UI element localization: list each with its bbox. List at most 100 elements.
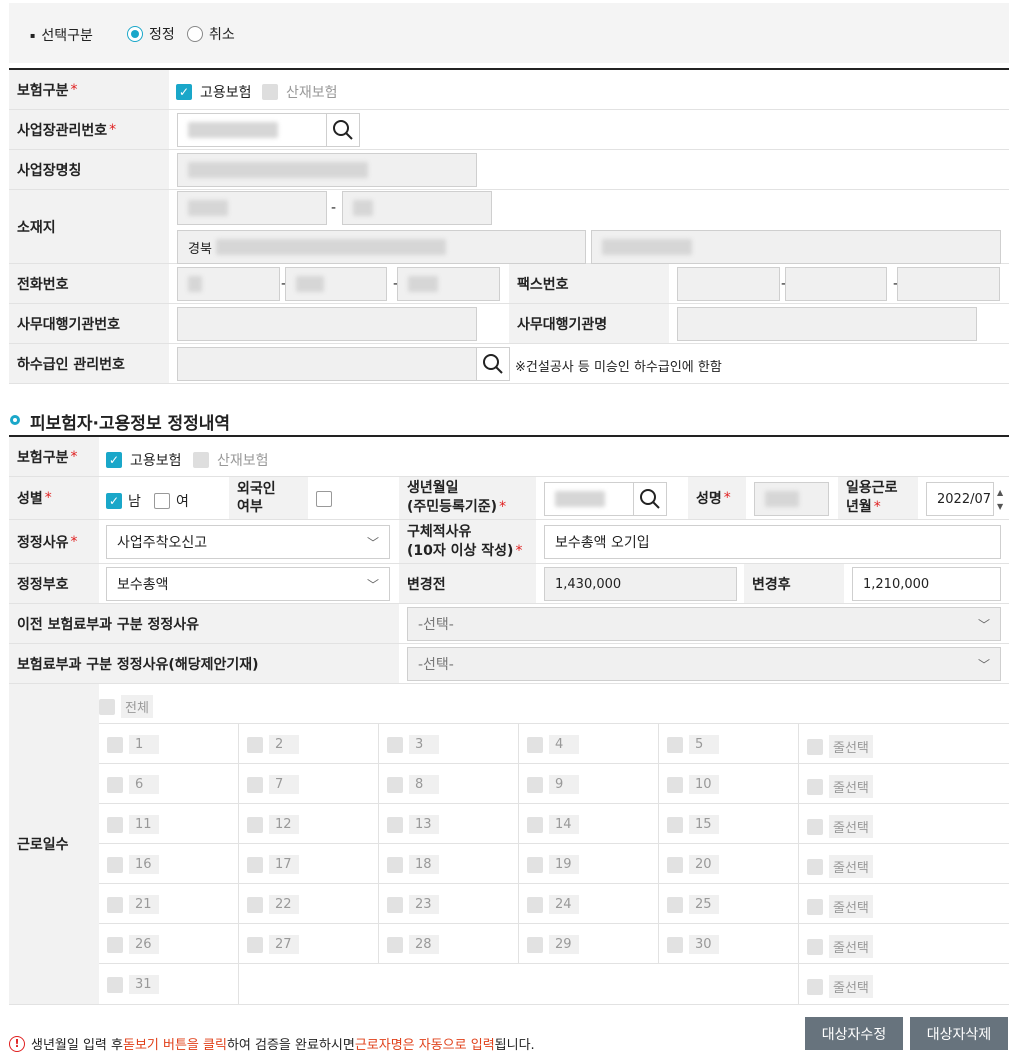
checkbox-disabled[interactable]: [527, 736, 543, 753]
row-select-checkbox[interactable]: 줄선택: [807, 895, 873, 918]
gender-male-checkbox[interactable]: ✓ 남: [106, 491, 141, 511]
checkbox-disabled[interactable]: [247, 736, 263, 753]
birth-input[interactable]: [544, 482, 634, 516]
checkbox-disabled[interactable]: [247, 816, 263, 833]
address-input-1[interactable]: 경북: [177, 230, 586, 264]
employment-ins-checkbox[interactable]: ✓ 고용보험: [176, 82, 252, 102]
day-checkbox-21[interactable]: 21: [107, 895, 159, 914]
checkbox-disabled[interactable]: [247, 896, 263, 913]
radio-correct[interactable]: 정정: [127, 24, 175, 44]
search-icon[interactable]: [326, 113, 360, 147]
checkbox-disabled[interactable]: [107, 736, 123, 753]
day-checkbox-19[interactable]: 19: [527, 855, 579, 874]
checkbox-disabled[interactable]: [807, 778, 823, 795]
sub-no-input[interactable]: [177, 347, 477, 381]
checkbox[interactable]: [316, 491, 332, 507]
checkbox-disabled[interactable]: [387, 776, 403, 793]
checkbox-disabled[interactable]: [667, 896, 683, 913]
checkbox-disabled[interactable]: [807, 738, 823, 755]
day-checkbox-25[interactable]: 25: [667, 895, 719, 914]
zip-input-2[interactable]: [342, 191, 492, 225]
zip-input-1[interactable]: [177, 191, 327, 225]
radio-correct-dot[interactable]: [127, 26, 143, 42]
insured-industrial-checkbox[interactable]: 산재보험: [193, 450, 269, 470]
phone-input-2[interactable]: [285, 267, 387, 301]
checkbox-disabled[interactable]: [807, 818, 823, 835]
day-checkbox-9[interactable]: 9: [527, 775, 579, 794]
checkbox-disabled[interactable]: [247, 936, 263, 953]
day-checkbox-7[interactable]: 7: [247, 775, 299, 794]
day-checkbox-5[interactable]: 5: [667, 735, 719, 754]
delete-target-button[interactable]: 대상자삭제: [910, 1017, 1008, 1050]
fax-input-3[interactable]: [897, 267, 1000, 301]
row-select-checkbox[interactable]: 줄선택: [807, 815, 873, 838]
day-checkbox-28[interactable]: 28: [387, 935, 439, 954]
check-icon[interactable]: ✓: [176, 84, 192, 100]
day-checkbox-2[interactable]: 2: [247, 735, 299, 754]
day-checkbox-23[interactable]: 23: [387, 895, 439, 914]
phone-input-3[interactable]: [397, 267, 500, 301]
address-input-2[interactable]: [591, 230, 1001, 264]
day-checkbox-10[interactable]: 10: [667, 775, 719, 794]
day-checkbox-20[interactable]: 20: [667, 855, 719, 874]
fax-input-1[interactable]: [677, 267, 780, 301]
day-checkbox-29[interactable]: 29: [527, 935, 579, 954]
checkbox[interactable]: [154, 493, 170, 509]
checkbox-disabled[interactable]: [387, 936, 403, 953]
checkbox-disabled[interactable]: [387, 896, 403, 913]
checkbox-disabled[interactable]: [667, 736, 683, 753]
day-checkbox-24[interactable]: 24: [527, 895, 579, 914]
checkbox-disabled[interactable]: [107, 896, 123, 913]
row-select-checkbox[interactable]: 줄선택: [807, 775, 873, 798]
day-checkbox-14[interactable]: 14: [527, 815, 579, 834]
checkbox-disabled[interactable]: [107, 976, 123, 993]
checkbox-disabled[interactable]: [247, 776, 263, 793]
day-checkbox-30[interactable]: 30: [667, 935, 719, 954]
checkbox-disabled[interactable]: [107, 936, 123, 953]
row-select-checkbox[interactable]: 줄선택: [807, 855, 873, 878]
search-icon[interactable]: [476, 347, 510, 381]
name-input[interactable]: [754, 482, 829, 516]
day-checkbox-1[interactable]: 1: [107, 735, 159, 754]
checkbox-disabled[interactable]: [667, 936, 683, 953]
day-checkbox-6[interactable]: 6: [107, 775, 159, 794]
check-icon[interactable]: ✓: [106, 452, 122, 468]
search-icon[interactable]: [633, 482, 667, 516]
checkbox-disabled[interactable]: [527, 816, 543, 833]
checkbox-disabled[interactable]: [107, 816, 123, 833]
day-checkbox-15[interactable]: 15: [667, 815, 719, 834]
checkbox-disabled[interactable]: [807, 938, 823, 955]
industrial-ins-checkbox[interactable]: 산재보험: [262, 82, 338, 102]
detail-input[interactable]: 보수총액 오기입: [544, 525, 1001, 559]
edit-target-button[interactable]: 대상자수정: [805, 1017, 903, 1050]
after-input[interactable]: 1,210,000: [852, 567, 1001, 601]
check-icon[interactable]: ✓: [106, 493, 122, 509]
checkbox-disabled[interactable]: [387, 856, 403, 873]
checkbox-disabled[interactable]: [262, 84, 278, 100]
row-select-checkbox[interactable]: 줄선택: [807, 735, 873, 758]
checkbox-disabled[interactable]: [667, 816, 683, 833]
day-checkbox-18[interactable]: 18: [387, 855, 439, 874]
checkbox-disabled[interactable]: [807, 858, 823, 875]
checkbox-disabled[interactable]: [807, 978, 823, 995]
day-checkbox-12[interactable]: 12: [247, 815, 299, 834]
day-checkbox-3[interactable]: 3: [387, 735, 439, 754]
checkbox-disabled[interactable]: [99, 698, 115, 715]
day-checkbox-22[interactable]: 22: [247, 895, 299, 914]
checkbox-disabled[interactable]: [193, 452, 209, 468]
spinner-arrows-icon[interactable]: ▲ ▼: [997, 486, 1003, 514]
checkbox-disabled[interactable]: [527, 896, 543, 913]
all-days-checkbox[interactable]: 전체: [99, 695, 153, 718]
day-checkbox-16[interactable]: 16: [107, 855, 159, 874]
checkbox-disabled[interactable]: [387, 736, 403, 753]
radio-cancel-dot[interactable]: [187, 26, 203, 42]
daywork-month-input[interactable]: 2022/07: [926, 482, 994, 516]
checkbox-disabled[interactable]: [667, 776, 683, 793]
checkbox-disabled[interactable]: [107, 856, 123, 873]
checkbox-disabled[interactable]: [807, 898, 823, 915]
fax-input-2[interactable]: [785, 267, 887, 301]
checkbox-disabled[interactable]: [107, 776, 123, 793]
checkbox-disabled[interactable]: [247, 856, 263, 873]
workplace-name-input[interactable]: [177, 153, 477, 187]
mgmt-no-input[interactable]: [177, 113, 327, 147]
